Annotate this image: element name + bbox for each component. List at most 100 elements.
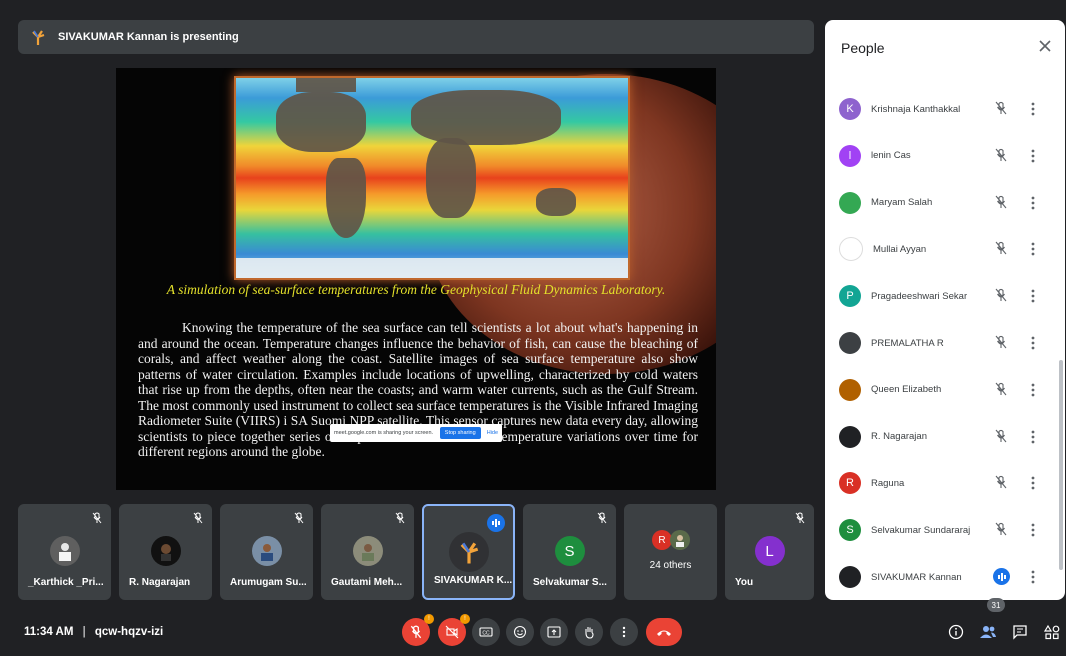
mic-off-icon [994,522,1008,536]
mic-off-icon [294,512,304,524]
mic-off-icon [994,475,1008,489]
people-button[interactable] [978,622,998,642]
participant-tile[interactable]: Arumugam Su... [220,504,313,600]
microphone-button[interactable]: ! [402,614,434,646]
hide-button[interactable]: Hide [487,430,498,436]
more-vert-icon[interactable] [1028,568,1038,586]
info-icon [948,624,964,640]
warning-badge-icon: ! [460,614,470,624]
meeting-code: qcw-hqzv-izi [94,626,164,638]
camera-button[interactable]: ! [438,614,470,646]
people-panel: People K Krishnaja Kanthakkal l lenin Cas Ma… [825,20,1065,600]
mic-off-icon [994,101,1008,115]
avatar: P [839,285,861,308]
mic-off-icon [994,241,1008,255]
activities-icon [1044,624,1060,640]
more-options-button[interactable] [610,618,638,646]
participant-row[interactable]: SIVAKUMAR Kannan [825,554,1057,600]
participant-name: R. Nagarajan [871,431,927,443]
activities-button[interactable] [1042,622,1062,642]
bird-of-paradise-icon [460,542,478,564]
participant-row[interactable]: K Krishnaja Kanthakkal [825,86,1057,132]
person-photo-icon [160,544,171,561]
participant-row[interactable]: S Selvakumar Sundararaj [825,507,1057,553]
mic-off-icon [193,512,203,524]
meeting-details-button[interactable] [946,622,966,642]
participant-tile[interactable]: Gautami Meh... [321,504,414,600]
tile-name: R. Nagarajan [129,577,191,588]
avatar [839,191,861,214]
participant-name: Maryam Salah [871,197,933,209]
avatar: S [554,536,585,566]
participant-row[interactable]: PREMALATHA R [825,320,1057,366]
more-vert-icon[interactable] [1028,194,1038,212]
participant-name: lenin Cas [871,150,911,162]
camera-off-icon [445,625,459,639]
speaking-indicator-icon [993,568,1010,585]
more-vert-icon[interactable] [1028,287,1038,305]
participant-tile[interactable]: _Karthick _Pri... [18,504,111,600]
captions-button[interactable]: CC [472,618,500,646]
others-tile[interactable]: R 24 others [624,504,717,600]
avatar [251,536,282,566]
mic-off-icon [994,148,1008,162]
more-vert-icon[interactable] [1028,521,1038,539]
participant-name: Pragadeeshwari Sekar [871,290,968,302]
participant-row[interactable]: P Pragadeeshwari Sekar [825,273,1057,319]
participant-tile-active[interactable]: SIVAKUMAR K... [422,504,515,600]
more-vert-icon[interactable] [1028,334,1038,352]
participant-tile[interactable]: R. Nagarajan [119,504,212,600]
avatar [839,378,861,401]
mic-off-icon [994,429,1008,443]
sea-surface-temperature-map [234,76,630,280]
avatar [839,566,861,588]
reactions-button[interactable] [506,618,534,646]
sharing-notice-text: meet.google.com is sharing your screen. [334,430,434,436]
more-vert-icon[interactable] [1028,474,1038,492]
more-vert-icon[interactable] [1028,428,1038,446]
participant-row[interactable]: Maryam Salah [825,180,1057,226]
more-vert-icon[interactable] [1028,147,1038,165]
participant-name: PREMALATHA R [871,337,944,349]
avatar [352,536,383,566]
presenter-text: SIVAKUMAR Kannan is presenting [58,31,239,43]
more-vert-icon[interactable] [1028,240,1038,258]
participant-name: Raguna [871,477,905,489]
participant-row[interactable]: l lenin Cas [825,133,1057,179]
self-tile[interactable]: L You [725,504,814,600]
participant-name: Queen Elizabeth [871,384,942,396]
participant-name: SIVAKUMAR Kannan [871,571,962,583]
raise-hand-button[interactable] [575,618,603,646]
avatar [448,532,489,572]
close-icon[interactable] [1037,38,1053,54]
meeting-info: 11:34 AM | qcw-hqzv-izi [24,626,163,638]
scrollbar[interactable] [1059,360,1063,570]
stop-sharing-button[interactable]: Stop sharing [439,427,481,439]
tile-name: Gautami Meh... [331,577,403,588]
others-count: 24 others [649,560,692,571]
avatar [839,425,861,448]
tile-name: You [735,577,754,588]
speaking-indicator-icon [487,514,505,532]
participant-row[interactable]: Queen Elizabeth [825,367,1057,413]
chat-button[interactable] [1010,622,1030,642]
leave-call-button[interactable] [646,618,682,646]
participant-row[interactable]: R Raguna [825,460,1057,506]
participant-tile[interactable]: S Selvakumar S... [523,504,616,600]
participant-count-badge: 31 [987,598,1005,612]
slide-caption: A simulation of sea-surface temperatures… [166,282,666,297]
people-icon [980,626,996,638]
svg-text:CC: CC [482,631,490,637]
separator: | [82,626,86,638]
avatar: R [652,530,672,550]
mic-off-icon [395,512,405,524]
mic-off-icon [92,512,102,524]
participant-row[interactable]: Mullai Ayyan [825,226,1057,272]
present-button[interactable] [540,618,568,646]
presenter-avatar [28,27,48,47]
more-vert-icon[interactable] [1028,381,1038,399]
mic-off-icon [597,512,607,524]
participant-row[interactable]: R. Nagarajan [825,414,1057,460]
chat-icon [1013,625,1027,640]
more-vert-icon[interactable] [1028,100,1038,118]
